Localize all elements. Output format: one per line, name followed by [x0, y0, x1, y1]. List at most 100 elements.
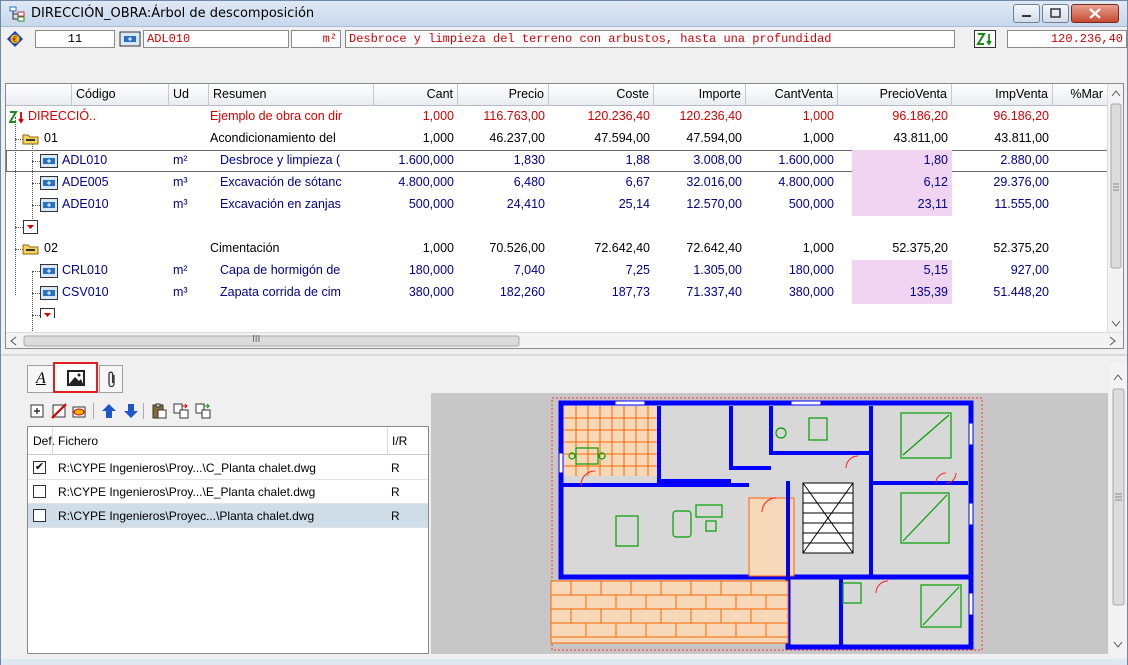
cell-precio: 46.237,00 — [489, 131, 545, 145]
file-path: R:\CYPE Ingenieros\Proyec...\Planta chal… — [58, 509, 315, 523]
col-spacer — [6, 84, 72, 106]
file-path: R:\CYPE Ingenieros\Proy...\E_Planta chal… — [58, 485, 316, 499]
level-field[interactable]: 11 — [35, 30, 115, 48]
add-file-icon[interactable] — [29, 403, 45, 419]
cell-impventa: 51.448,20 — [993, 285, 1049, 299]
cell-precioventa[interactable]: 5,15 — [852, 260, 952, 282]
cell-importe: 71.337,40 — [686, 285, 742, 299]
cell-precioventa[interactable]: 135,39 — [852, 282, 952, 304]
cell-code: 02 — [44, 241, 58, 255]
col-header-ud[interactable]: Ud — [169, 84, 209, 106]
tree-row-chapter[interactable]: 01 Acondicionamiento del 1,000 46.237,00… — [6, 128, 1108, 150]
col-header-cantventa[interactable]: CantVenta — [746, 84, 838, 106]
record-bar: € 11 ADL010 m² Desbroce y limpieza del t… — [1, 28, 1127, 50]
unit-field[interactable]: m² — [291, 30, 341, 48]
cell-coste: 6,67 — [625, 175, 650, 189]
summary-field[interactable]: Desbroce y limpieza del terreno con arbu… — [345, 30, 955, 48]
cell-cantventa: 4.800,000 — [778, 175, 834, 189]
floor-plan-image — [550, 397, 983, 651]
drawing-preview[interactable] — [431, 393, 1108, 654]
tree-row-root[interactable]: DIRECCIÓ.. Ejemplo de obra con dir 1,000… — [6, 106, 1108, 128]
code-field[interactable]: ADL010 — [143, 30, 289, 48]
col-header-coste[interactable]: Coste — [549, 84, 654, 106]
cell-coste: 47.594,00 — [594, 131, 650, 145]
col-header-codigo[interactable]: Código — [72, 84, 169, 106]
col-header-mar[interactable]: %Mar — [1053, 84, 1108, 106]
file-row-selected[interactable]: R:\CYPE Ingenieros\Proyec...\Planta chal… — [28, 504, 428, 528]
new-item-icon — [23, 220, 38, 234]
cell-cant: 500,000 — [408, 197, 454, 211]
total-field[interactable]: 120.236,40 — [1007, 30, 1127, 48]
minimize-button[interactable] — [1013, 4, 1040, 23]
unit-price-icon — [40, 264, 58, 278]
cell-code: CSV010 — [62, 285, 109, 299]
col-header-resumen[interactable]: Resumen — [209, 84, 374, 106]
export-icon[interactable] — [173, 403, 189, 419]
tree-row-item[interactable]: CSV010 m³ Zapata corrida de cim 380,000 … — [6, 282, 1108, 304]
title-bar: DIRECCIÓN_OBRA:Árbol de descomposición — [1, 1, 1127, 27]
file-list[interactable]: Def. Fichero I/R ✔ R:\CYPE Ingenieros\Pr… — [27, 426, 429, 654]
cell-cantventa: 1.600,000 — [778, 153, 834, 167]
cell-precio: 1,830 — [513, 153, 545, 167]
decomposition-tree-grid[interactable]: Código Ud Resumen Cant Precio Coste Impo… — [5, 83, 1124, 349]
file-list-header: Def. Fichero I/R — [28, 427, 428, 455]
grid-horizontal-scrollbar[interactable]: III — [6, 332, 1123, 348]
col-header-cant[interactable]: Cant — [374, 84, 458, 106]
default-checkbox-checked[interactable]: ✔ — [33, 461, 46, 474]
cell-importe: 1.305,00 — [693, 263, 742, 277]
cell-coste: 120.236,40 — [587, 109, 650, 123]
tree-row-item[interactable]: ADE005 m³ Excavación de sótanc 4.800,000… — [6, 172, 1108, 194]
cell-resumen: Acondicionamiento del — [210, 131, 336, 145]
cell-cant: 4.800,000 — [398, 175, 454, 189]
cell-cant: 1.600,000 — [398, 153, 454, 167]
cell-impventa: 2.880,00 — [1000, 153, 1049, 167]
cell-precio: 182,260 — [499, 285, 545, 299]
cell-precioventa[interactable]: 1,80 — [852, 150, 952, 172]
cell-ud: m² — [173, 153, 188, 167]
default-checkbox[interactable] — [33, 485, 46, 498]
paste-icon[interactable] — [151, 403, 167, 419]
edit-file-icon[interactable] — [71, 403, 87, 419]
file-path: R:\CYPE Ingenieros\Proy...\C_Planta chal… — [58, 461, 316, 475]
move-up-icon[interactable] — [101, 403, 117, 419]
col-header-impventa[interactable]: ImpVenta — [952, 84, 1053, 106]
cell-ud: m² — [173, 263, 188, 277]
cell-code: DIRECCIÓ.. — [28, 109, 97, 123]
move-down-icon[interactable] — [123, 403, 139, 419]
cell-precioventa[interactable]: 6,12 — [852, 172, 952, 194]
col-header-ir[interactable]: I/R — [392, 434, 407, 448]
import-icon[interactable] — [195, 403, 211, 419]
sort-total-icon[interactable] — [974, 30, 996, 48]
cell-precioventa[interactable]: 23,11 — [852, 194, 952, 216]
tree-row-item[interactable]: ADE010 m³ Excavación en zanjas 500,000 2… — [6, 194, 1108, 216]
cell-code: CRL010 — [62, 263, 108, 277]
unit-price-icon[interactable] — [119, 31, 141, 47]
maximize-button[interactable] — [1042, 4, 1069, 23]
panel-vertical-scrollbar[interactable] — [1110, 363, 1127, 657]
euro-icon[interactable]: € — [6, 30, 24, 48]
col-header-fichero[interactable]: Fichero — [58, 434, 98, 448]
col-header-importe[interactable]: Importe — [654, 84, 746, 106]
file-row[interactable]: R:\CYPE Ingenieros\Proy...\E_Planta chal… — [28, 480, 428, 504]
delete-file-icon[interactable] — [51, 403, 67, 419]
file-row[interactable]: ✔ R:\CYPE Ingenieros\Proy...\C_Planta ch… — [28, 456, 428, 480]
tree-row-item[interactable]: CRL010 m² Capa de hormigón de 180,000 7,… — [6, 260, 1108, 282]
tree-row-item-selected[interactable]: ADL010 m² Desbroce y limpieza ( 1.600,00… — [6, 150, 1108, 172]
col-header-precio[interactable]: Precio — [458, 84, 549, 106]
close-button[interactable] — [1071, 4, 1119, 23]
cell-coste: 1,88 — [625, 153, 650, 167]
cell-cantventa: 380,000 — [788, 285, 834, 299]
cell-impventa: 29.376,00 — [993, 175, 1049, 189]
cell-coste: 72.642,40 — [594, 241, 650, 255]
tree-row-empty[interactable] — [6, 304, 1108, 318]
tree-row-empty[interactable] — [6, 216, 1108, 238]
tab-images[interactable] — [53, 362, 98, 393]
tree-row-chapter[interactable]: 02 Cimentación 1,000 70.526,00 72.642,40… — [6, 238, 1108, 260]
cell-resumen: Ejemplo de obra con dir — [210, 109, 343, 123]
cell-precio: 6,480 — [513, 175, 545, 189]
col-header-precioventa[interactable]: PrecioVenta — [838, 84, 952, 106]
default-checkbox[interactable] — [33, 509, 46, 522]
cell-importe: 3.008,00 — [693, 153, 742, 167]
grid-vertical-scrollbar[interactable] — [1107, 84, 1123, 332]
tab-attachments[interactable] — [99, 365, 123, 393]
